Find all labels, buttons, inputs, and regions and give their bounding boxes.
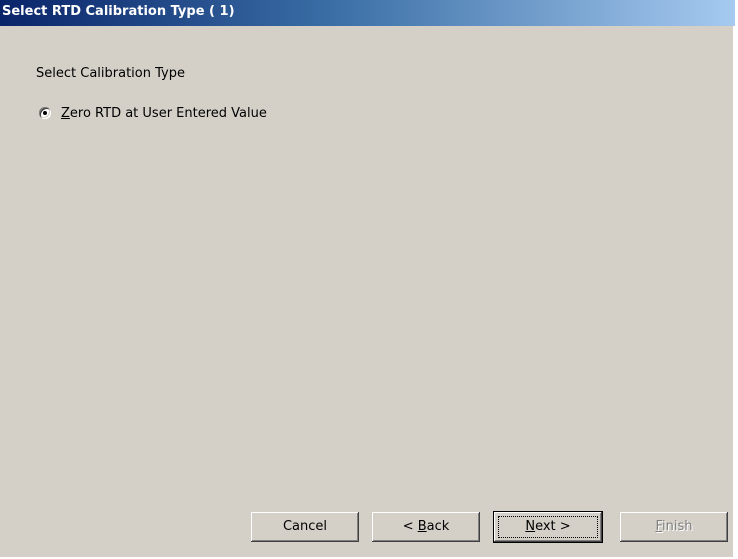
mnemonic-letter: Z (61, 105, 70, 121)
next-mnemonic: N (525, 519, 536, 534)
next-label-rest: ext > (535, 519, 571, 534)
back-button[interactable]: < Back (372, 512, 480, 542)
finish-button[interactable]: Finish (620, 512, 728, 542)
next-button[interactable]: Next > (494, 512, 602, 542)
back-mnemonic: B (417, 519, 427, 534)
back-prefix: < (402, 519, 418, 534)
radio-dot-icon (43, 111, 47, 115)
cancel-button[interactable]: Cancel (251, 512, 359, 542)
zero-rtd-option[interactable]: Zero RTD at User Entered Value (39, 104, 267, 122)
zero-rtd-option-label[interactable]: Zero RTD at User Entered Value (61, 106, 267, 121)
finish-label-rest: inish (662, 519, 693, 534)
calibration-type-group-label: Select Calibration Type (36, 66, 185, 81)
title-bar: Select RTD Calibration Type ( 1) (0, 0, 735, 26)
calibration-wizard-dialog: Select RTD Calibration Type ( 1) Select … (0, 0, 735, 558)
back-label-rest: ack (426, 519, 450, 534)
option-label-text: ero RTD at User Entered Value (69, 105, 267, 121)
window-title: Select RTD Calibration Type ( 1) (2, 4, 235, 19)
radio-button-selected-icon[interactable] (39, 107, 51, 119)
